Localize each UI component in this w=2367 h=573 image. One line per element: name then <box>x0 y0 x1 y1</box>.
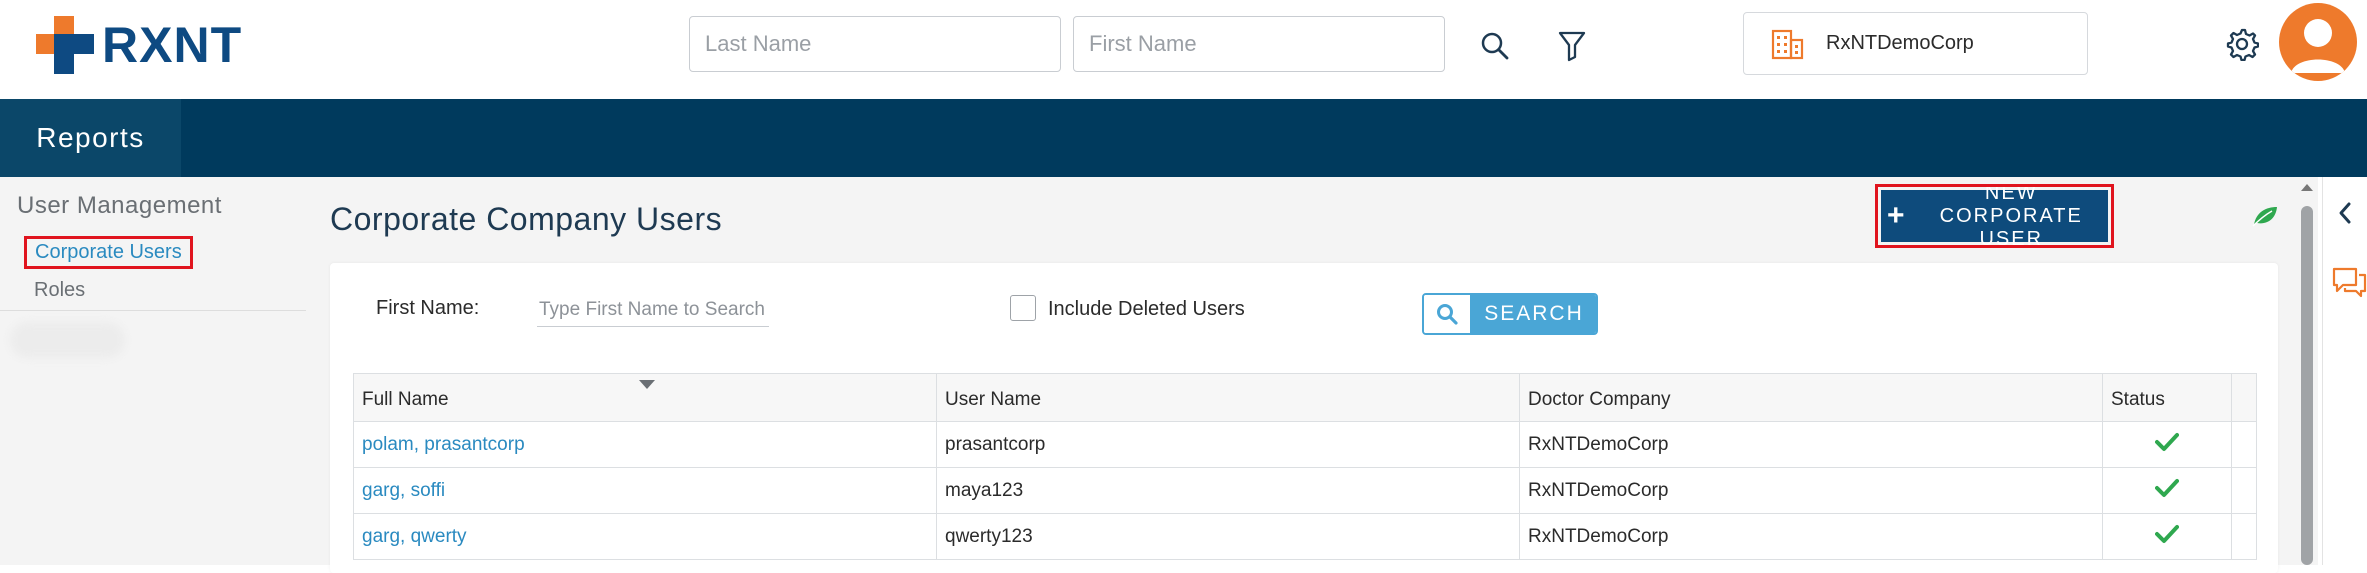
company-cell: RxNTDemoCorp <box>1519 513 2103 560</box>
search-button[interactable]: SEARCH <box>1422 293 1598 335</box>
table-row: polam, prasantcorp prasantcorp RxNTDemoC… <box>353 421 2257 468</box>
new-corporate-user-button[interactable]: + NEW CORPORATE USER <box>1875 182 2114 250</box>
company-selector[interactable]: RxNTDemoCorp <box>1743 12 2088 75</box>
right-rail <box>2322 177 2367 565</box>
sidebar-blurred-item <box>10 322 125 358</box>
full-name-link[interactable]: polam, prasantcorp <box>353 421 937 468</box>
sidebar-divider <box>0 310 306 311</box>
user-name-cell: prasantcorp <box>936 421 1520 468</box>
status-cell <box>2102 421 2232 468</box>
users-card: First Name: Include Deleted Users SEARCH… <box>330 263 2278 573</box>
rxnt-logo[interactable]: RXNT <box>34 14 242 76</box>
sidebar-title: User Management <box>17 192 222 219</box>
company-name: RxNTDemoCorp <box>1826 32 1974 54</box>
row-spacer-cell <box>2231 467 2257 514</box>
company-cell: RxNTDemoCorp <box>1519 467 2103 514</box>
sidebar-item-roles[interactable]: Roles <box>26 277 93 304</box>
main-nav-bar: Reports <box>0 99 2367 177</box>
plus-icon: + <box>1887 199 1907 232</box>
column-header-spacer <box>2231 373 2257 422</box>
checkmark-icon <box>2155 478 2179 497</box>
first-name-input[interactable] <box>1073 16 1445 72</box>
sidebar-item-corporate-users[interactable]: Corporate Users <box>24 236 193 269</box>
table-row: garg, soffi maya123 RxNTDemoCorp <box>353 467 2257 514</box>
full-name-link[interactable]: garg, soffi <box>353 467 937 514</box>
column-header-full-name[interactable]: Full Name <box>353 373 937 422</box>
scroll-up-arrow-icon[interactable] <box>2301 184 2313 191</box>
chevron-left-icon[interactable] <box>2336 201 2354 230</box>
page-title: Corporate Company Users <box>330 201 723 237</box>
checkmark-icon <box>2155 524 2179 543</box>
column-header-doctor-company[interactable]: Doctor Company <box>1519 373 2103 422</box>
chat-icon[interactable] <box>2331 265 2367 306</box>
logo-text: RXNT <box>102 17 243 73</box>
status-cell <box>2102 467 2232 514</box>
row-spacer-cell <box>2231 513 2257 560</box>
include-deleted-checkbox[interactable] <box>1010 295 1036 321</box>
sort-desc-icon <box>639 380 655 389</box>
full-name-link[interactable]: garg, qwerty <box>353 513 937 560</box>
table-header-row: Full Name User Name Doctor Company Statu… <box>353 373 2257 422</box>
row-spacer-cell <box>2231 421 2257 468</box>
user-name-cell: qwerty123 <box>936 513 1520 560</box>
column-header-user-name[interactable]: User Name <box>936 373 1520 422</box>
building-icon <box>1771 29 1804 59</box>
user-name-cell: maya123 <box>936 467 1520 514</box>
nav-tab-reports[interactable]: Reports <box>0 99 181 177</box>
main-content: Corporate Company Users + NEW CORPORATE … <box>310 177 2298 573</box>
last-name-input[interactable] <box>689 16 1061 72</box>
user-avatar-icon[interactable] <box>2279 3 2357 81</box>
users-table: Full Name User Name Doctor Company Statu… <box>353 373 2257 560</box>
filter-icon[interactable] <box>1552 26 1592 66</box>
gear-icon[interactable] <box>2222 24 2262 64</box>
new-corporate-user-label: NEW CORPORATE USER <box>1939 181 2083 250</box>
sidebar: User Management Corporate Users Roles <box>0 177 310 565</box>
include-deleted-label: Include Deleted Users <box>1048 298 1245 320</box>
status-cell <box>2102 513 2232 560</box>
top-header: RXNT RxNTDemoCorp <box>0 0 2367 99</box>
checkmark-icon <box>2155 432 2179 451</box>
search-icon[interactable] <box>1475 26 1515 66</box>
first-name-filter-label: First Name: <box>376 297 480 319</box>
company-cell: RxNTDemoCorp <box>1519 421 2103 468</box>
rxnt-cross-icon <box>36 16 94 74</box>
search-icon <box>1424 295 1472 333</box>
column-header-status[interactable]: Status <box>2102 373 2232 422</box>
table-row: garg, qwerty qwerty123 RxNTDemoCorp <box>353 513 2257 560</box>
search-button-label: SEARCH <box>1472 295 1596 333</box>
leaf-icon[interactable] <box>2251 204 2279 233</box>
first-name-filter-input[interactable] <box>537 293 769 327</box>
page-scrollbar-thumb[interactable] <box>2301 206 2313 565</box>
